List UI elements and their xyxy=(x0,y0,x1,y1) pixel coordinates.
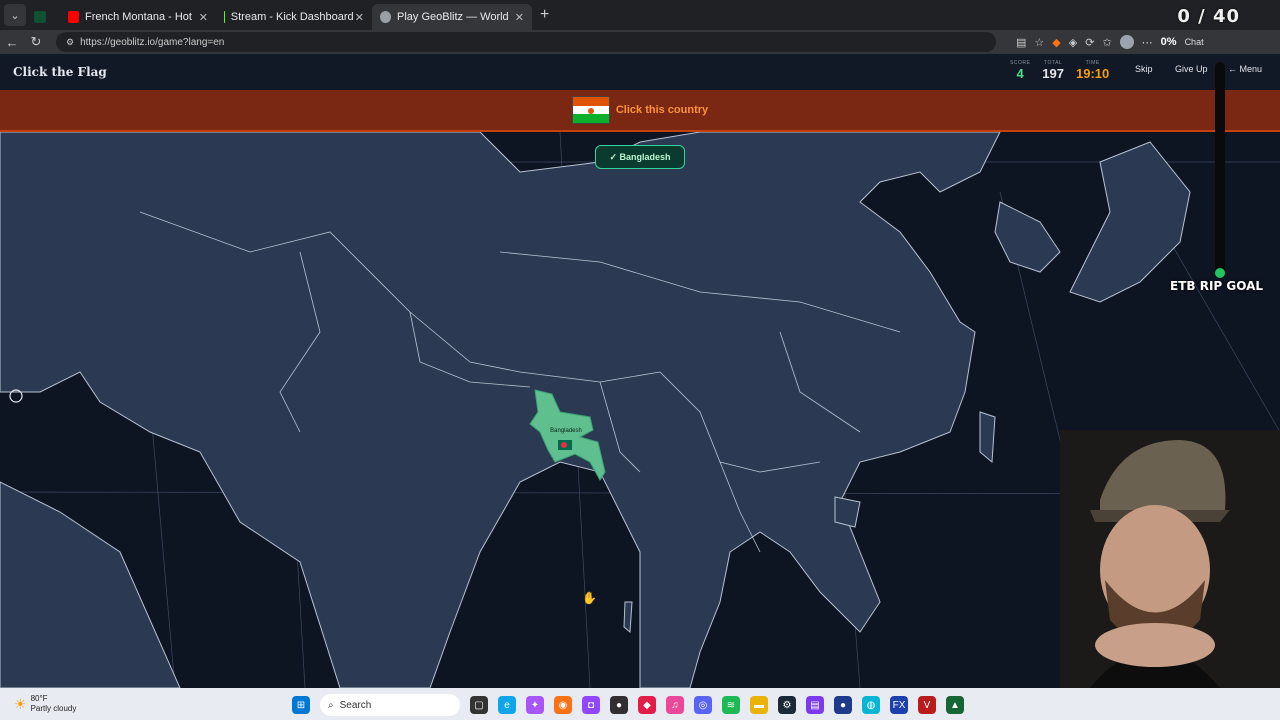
flag-sun-icon xyxy=(587,107,594,114)
profile-avatar[interactable] xyxy=(1119,35,1134,49)
kick-icon xyxy=(224,11,225,23)
prompt-banner: Click this country xyxy=(0,90,1280,132)
country-shape xyxy=(623,601,633,634)
score-stat: SCORE 4 xyxy=(1010,60,1030,81)
niger-flag xyxy=(571,96,610,124)
temperature-text: 80°F xyxy=(30,694,48,703)
tab-label: Stream - Kick Dashboard xyxy=(230,11,354,23)
search-icon: ⌕ xyxy=(328,699,334,711)
close-tab-icon[interactable]: ✕ xyxy=(355,11,364,24)
copilot-icon[interactable]: ✦ xyxy=(526,696,544,714)
total-stat: TOTAL 197 xyxy=(1042,60,1064,81)
weather-widget[interactable]: ☀ 80°F Partly cloudy xyxy=(14,694,76,714)
chat-button[interactable]: Chat xyxy=(1185,37,1204,47)
windows-taskbar: ☀ 80°F Partly cloudy ⊞ ⌕ Search ▢ e ✦ ◉ … xyxy=(0,688,1280,720)
taskbar-search[interactable]: ⌕ Search xyxy=(320,694,460,716)
country-shape xyxy=(0,481,181,688)
steam-icon[interactable]: ⚙ xyxy=(778,696,796,714)
weather-sun-icon: ☀ xyxy=(14,695,27,712)
url-text: https://geoblitz.io/game?lang=en xyxy=(80,36,225,48)
goal-progress-dot xyxy=(1215,268,1225,278)
star-icon[interactable]: ☆ xyxy=(1034,36,1044,49)
favorites-icon[interactable]: ✩ xyxy=(1102,36,1111,49)
reload-icon[interactable]: ↻ xyxy=(24,34,48,50)
menu-button[interactable]: ← Menu xyxy=(1228,64,1262,74)
webcam-feed xyxy=(1060,430,1280,688)
weather-condition-text: Partly cloudy xyxy=(30,704,77,713)
goal-label: ETB RIP GOAL xyxy=(1170,279,1264,293)
give-up-button[interactable]: Give Up xyxy=(1175,64,1208,74)
extension-toolbar: ▤ ☆ ◆ ◈ ⟳ ✩ ⋯ 0% Chat xyxy=(1016,35,1204,49)
tab-label: Play GeoBlitz — World Geography xyxy=(397,11,509,23)
more-icon[interactable]: ⋯ xyxy=(1142,36,1153,49)
search-placeholder: Search xyxy=(339,699,372,711)
country-shape xyxy=(834,496,861,528)
edge-icon[interactable]: e xyxy=(498,696,516,714)
browser-tab-strip: ⌄ French Montana - Hot Boy Bling ft ✕ St… xyxy=(0,0,1280,30)
task-view-icon[interactable]: ▢ xyxy=(470,696,488,714)
country-shape xyxy=(979,411,996,464)
close-tab-icon[interactable]: ✕ xyxy=(515,11,524,24)
valorant-icon[interactable]: V xyxy=(918,696,936,714)
result-toast: ✓ Bangladesh xyxy=(595,145,685,169)
tab-pinned[interactable] xyxy=(26,4,60,30)
country-shape xyxy=(994,201,1061,273)
game-header: Click the Flag SCORE 4 TOTAL 197 TIME 19… xyxy=(0,54,1280,90)
country-label: Bangladesh xyxy=(550,428,582,434)
time-stat: TIME 19:10 xyxy=(1076,60,1109,81)
percent-badge: 0% xyxy=(1160,36,1177,48)
site-info-icon[interactable]: ⚙ xyxy=(66,37,74,48)
webcam-image xyxy=(1060,430,1280,688)
bangladesh-flag-dot xyxy=(561,442,567,448)
streamlabs-icon[interactable]: ◆ xyxy=(638,696,656,714)
tab-search-chevron-icon[interactable]: ⌄ xyxy=(4,4,26,26)
obs-icon[interactable]: ● xyxy=(610,696,628,714)
stats-group: SCORE 4 TOTAL 197 TIME 19:10 xyxy=(1010,60,1109,81)
vpn-icon[interactable]: ◍ xyxy=(862,696,880,714)
close-tab-icon[interactable]: ✕ xyxy=(199,11,208,24)
taskbar-apps: ⊞ ⌕ Search ▢ e ✦ ◉ ◘ ● ◆ ♫ ◎ ≋ ▬ ⚙ ▤ ● ◍… xyxy=(292,694,964,716)
spreadsheet-icon xyxy=(34,11,46,23)
score-value: 4 xyxy=(1016,66,1024,81)
file-explorer-icon[interactable]: ▬ xyxy=(750,696,768,714)
fx-icon[interactable]: FX xyxy=(890,696,908,714)
page-title: Click the Flag xyxy=(13,65,107,79)
discord-icon[interactable]: ◎ xyxy=(694,696,712,714)
tab-label: French Montana - Hot Boy Bling ft xyxy=(84,11,193,23)
refresh-extension-icon[interactable]: ⟳ xyxy=(1085,36,1094,49)
new-tab-button[interactable]: + xyxy=(540,6,549,24)
tab-geoblitz[interactable]: Play GeoBlitz — World Geography ✕ xyxy=(372,4,532,30)
clipchamp-icon[interactable]: ▤ xyxy=(806,696,824,714)
prompt-text: Click this country xyxy=(615,104,709,116)
windows-start-icon[interactable]: ⊞ xyxy=(292,696,310,714)
goal-progress-bar xyxy=(1215,62,1225,274)
tab-youtube[interactable]: French Montana - Hot Boy Bling ft ✕ xyxy=(60,4,216,30)
hands-shape xyxy=(1095,623,1215,667)
stream-counter-overlay: 0 / 40 xyxy=(1177,6,1240,27)
time-value: 19:10 xyxy=(1075,66,1110,81)
back-arrow-icon[interactable]: ← xyxy=(0,35,24,50)
reader-icon[interactable]: ▤ xyxy=(1016,36,1026,49)
firefox-icon[interactable]: ◉ xyxy=(554,696,572,714)
youtube-icon xyxy=(68,11,79,23)
itunes-icon[interactable]: ♫ xyxy=(666,696,684,714)
globe-icon xyxy=(380,11,391,23)
extension-icon[interactable]: ◆ xyxy=(1052,36,1060,49)
nvidia-icon[interactable]: ▲ xyxy=(946,696,964,714)
twitch-icon[interactable]: ◘ xyxy=(582,696,600,714)
app-icon[interactable]: ● xyxy=(834,696,852,714)
tab-kick-dashboard[interactable]: Stream - Kick Dashboard ✕ xyxy=(216,4,372,30)
total-value: 197 xyxy=(1042,66,1064,81)
skip-button[interactable]: Skip xyxy=(1135,64,1153,74)
shield-icon[interactable]: ◈ xyxy=(1069,36,1077,49)
country-shape xyxy=(1069,141,1191,303)
address-field[interactable]: ⚙ https://geoblitz.io/game?lang=en xyxy=(56,32,996,52)
spotify-icon[interactable]: ≋ xyxy=(722,696,740,714)
hand-cursor-icon: ✋ xyxy=(582,591,597,605)
address-toolbar: ← ↻ ⚙ https://geoblitz.io/game?lang=en ▤… xyxy=(0,30,1280,54)
